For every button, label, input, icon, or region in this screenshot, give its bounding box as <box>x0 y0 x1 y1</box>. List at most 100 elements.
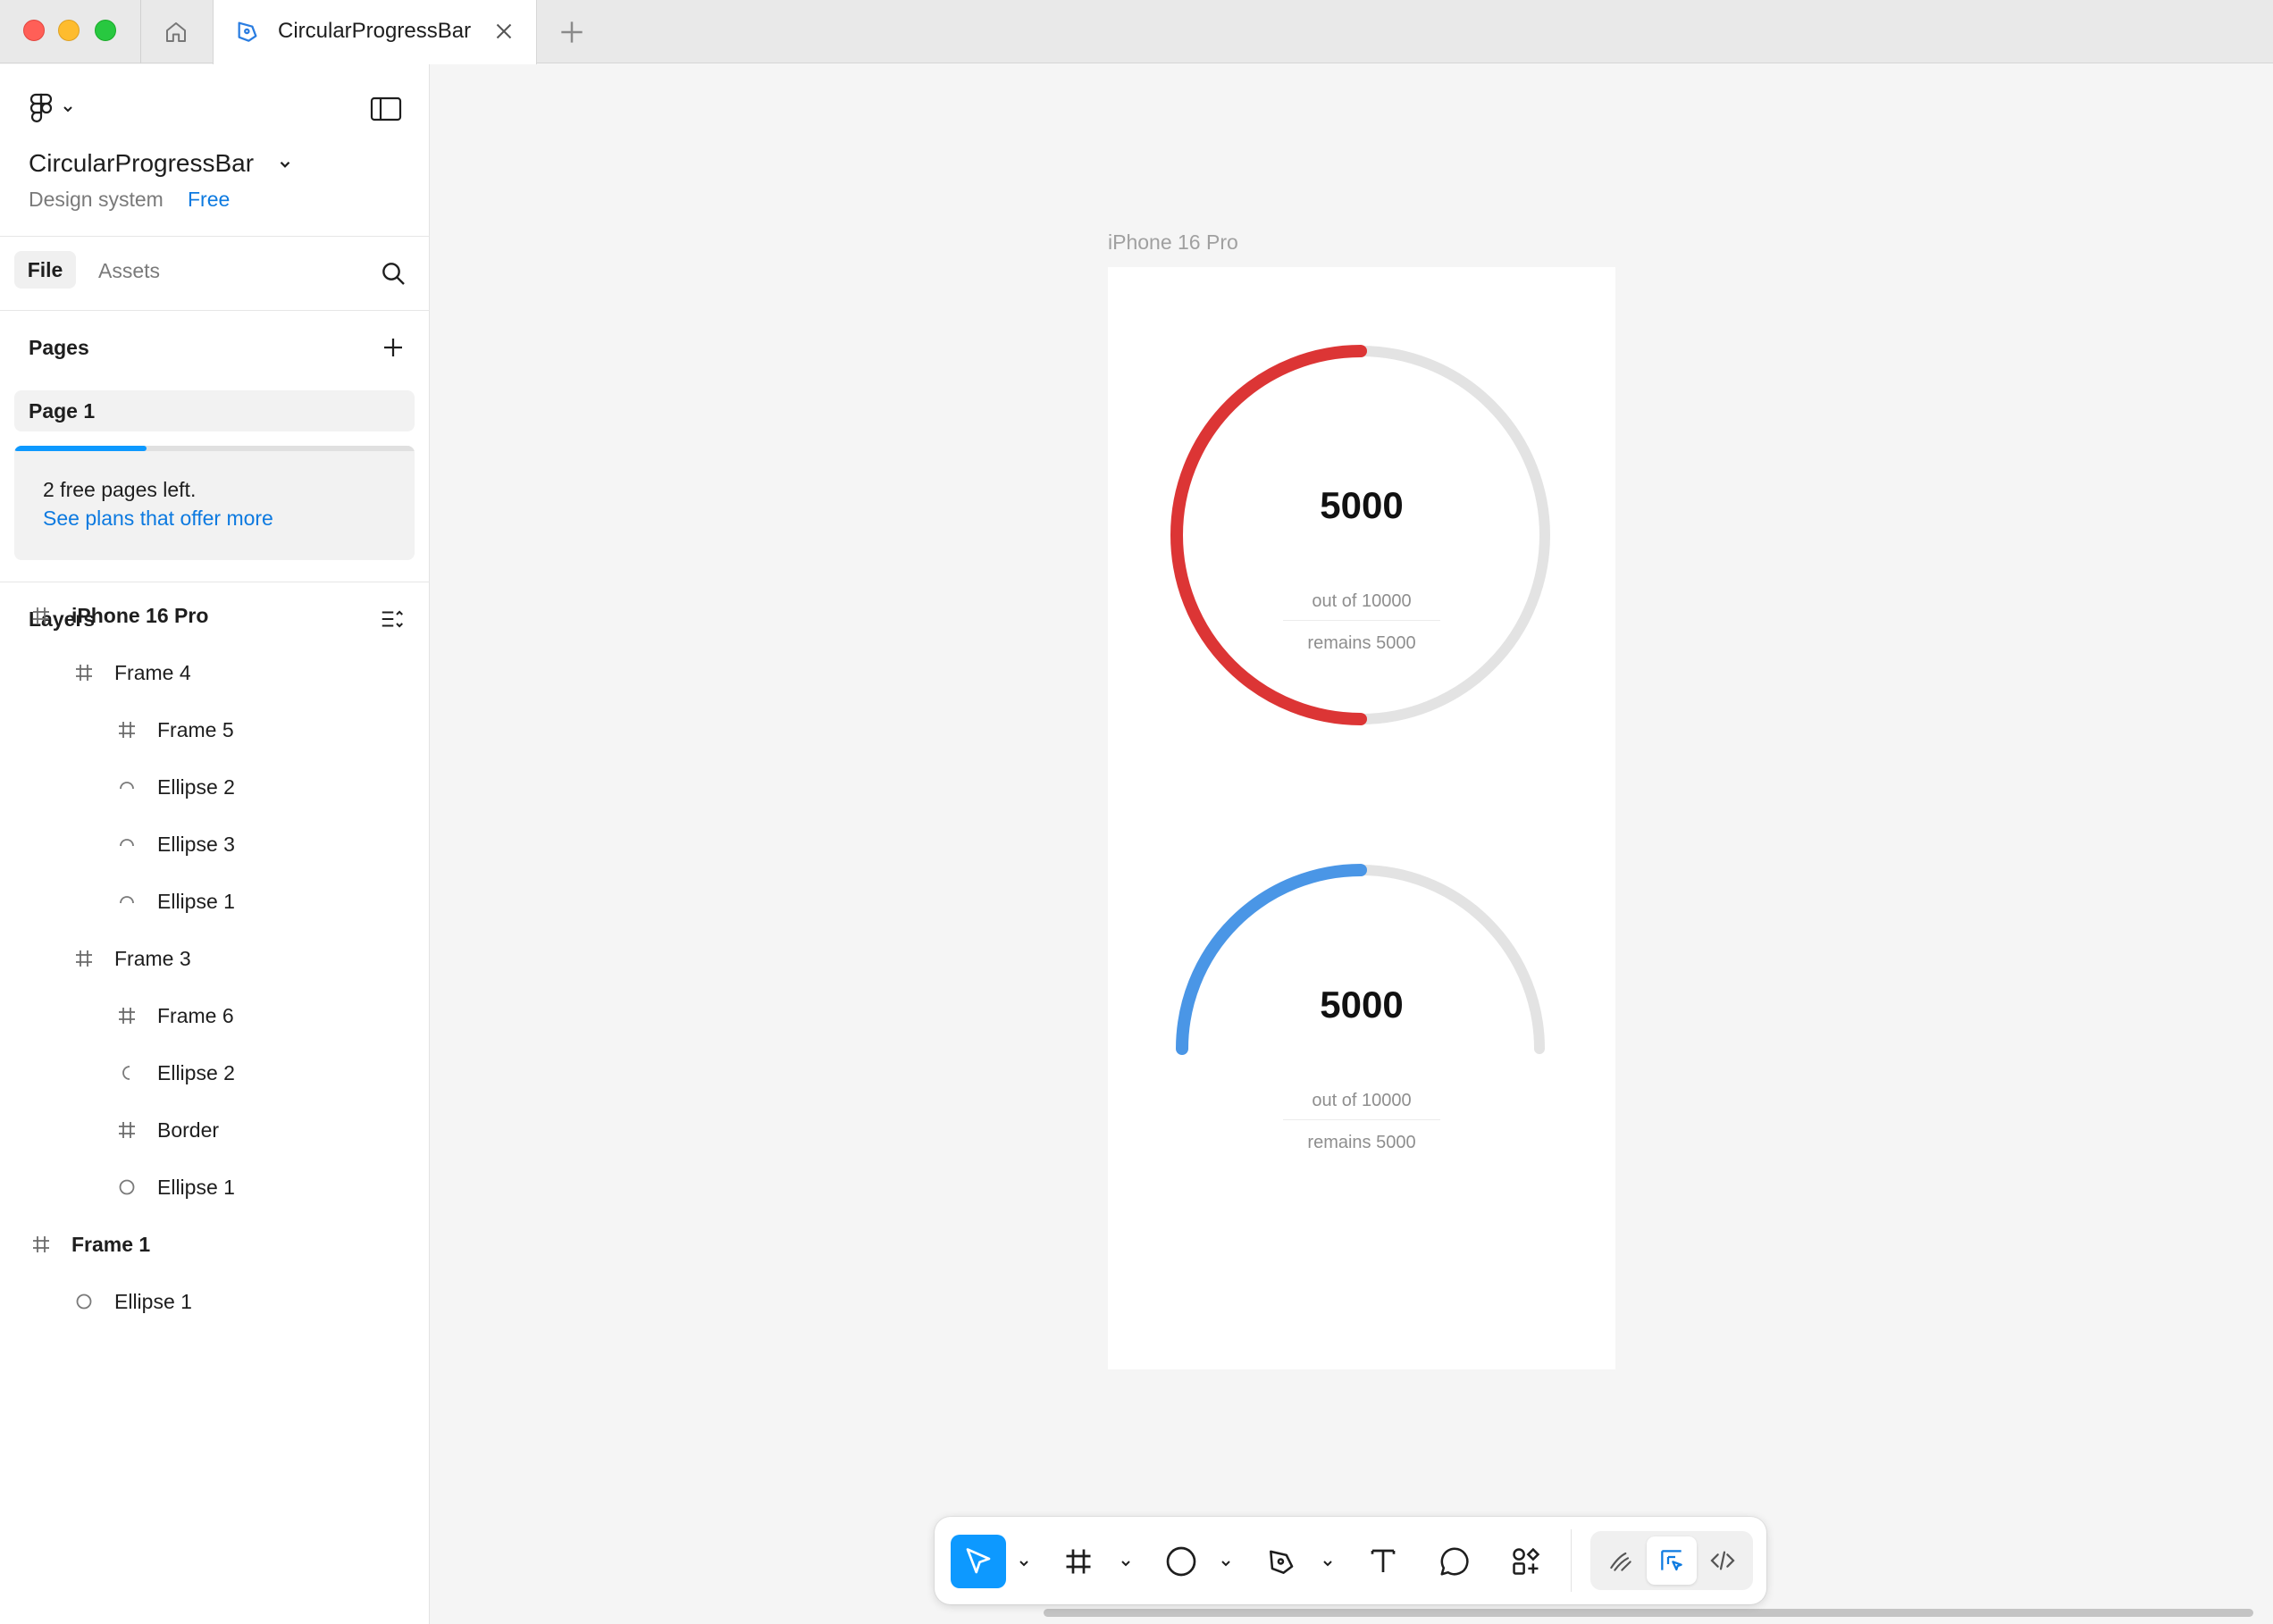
draw-mode-button[interactable] <box>1596 1536 1646 1585</box>
title-bar: CircularProgressBar <box>0 0 2273 64</box>
close-icon[interactable] <box>491 18 517 49</box>
ellipse-tool[interactable] <box>1153 1535 1209 1588</box>
layer-label: Frame 3 <box>114 946 191 970</box>
circle-gauge-value: 5000 <box>1320 484 1404 526</box>
move-tool[interactable] <box>951 1535 1006 1588</box>
main-menu-button[interactable] <box>29 93 75 125</box>
dev-mode-button[interactable] <box>1698 1536 1748 1585</box>
left-panel: CircularProgressBar Design system Free F… <box>0 64 430 1624</box>
arc-icon <box>114 889 139 914</box>
actions-tool[interactable] <box>1498 1535 1554 1588</box>
tab-file[interactable]: File <box>14 251 76 289</box>
frame-label[interactable]: iPhone 16 Pro <box>1108 230 1238 255</box>
new-tab-button[interactable] <box>554 14 590 54</box>
comment-tool[interactable] <box>1427 1535 1482 1588</box>
frame-icon <box>1066 1549 1091 1574</box>
ellipse-icon <box>114 1175 139 1200</box>
sidebar-icon <box>370 96 402 121</box>
file-subtitle: Design system <box>29 188 164 211</box>
page-usage-track <box>14 446 415 451</box>
chevron-down-icon[interactable] <box>277 156 293 177</box>
layer-label: Ellipse 1 <box>114 1289 192 1313</box>
collapse-layers-button[interactable] <box>379 606 406 637</box>
frame-icon <box>29 1232 54 1257</box>
window-minimize-button[interactable] <box>58 20 80 41</box>
layer-label: Ellipse 1 <box>157 889 235 913</box>
upsell-text: 2 free pages left. <box>43 478 197 501</box>
chevron-down-icon[interactable] <box>1119 1556 1133 1570</box>
chevron-down-icon <box>63 106 72 113</box>
frame-tool[interactable] <box>1051 1535 1106 1588</box>
iphone-frame[interactable]: 5000 out of 10000 remains 5000 5000 out … <box>1108 267 1615 1369</box>
frame-icon <box>29 603 54 628</box>
design-mode-button[interactable] <box>1647 1536 1697 1585</box>
tab-assets[interactable]: Assets <box>98 259 160 283</box>
bottom-toolbar <box>935 1517 1766 1604</box>
sidebar-toggle-button[interactable] <box>370 95 402 128</box>
layer-row[interactable]: Frame 6 <box>114 998 234 1034</box>
layer-row[interactable]: Border <box>114 1112 219 1148</box>
page-usage-fill <box>14 446 147 451</box>
chevron-down-icon[interactable] <box>1321 1556 1335 1570</box>
circle-gauge-remains: remains 5000 <box>1307 633 1416 653</box>
home-button[interactable] <box>143 0 209 63</box>
search-icon <box>382 263 405 285</box>
layer-label: Border <box>157 1118 220 1142</box>
canvas[interactable]: iPhone 16 Pro 5000 out of 10000 remains … <box>431 64 2273 1624</box>
arc-gauge-remains: remains 5000 <box>1307 1133 1416 1152</box>
half-ellipse-icon <box>114 1060 139 1085</box>
frame-icon <box>114 1003 139 1028</box>
titlebar-divider <box>140 0 141 63</box>
layer-row[interactable]: Ellipse 1 <box>114 1169 235 1205</box>
layer-label: iPhone 16 Pro <box>71 603 209 627</box>
arc-gauge-divider <box>1283 1119 1440 1120</box>
layer-label: Frame 5 <box>157 717 234 741</box>
circle-gauge-progress <box>1170 345 1367 725</box>
horizontal-scrollbar[interactable] <box>1044 1609 2253 1617</box>
arc-icon <box>114 832 139 857</box>
design-icon <box>1661 1550 1682 1571</box>
layer-row[interactable]: Frame 5 <box>114 712 234 748</box>
layer-row[interactable]: Ellipse 2 <box>114 1055 235 1091</box>
arc-gauge-total: out of 10000 <box>1312 1091 1412 1110</box>
layer-row[interactable]: Frame 4 <box>71 655 191 691</box>
layer-label: Ellipse 2 <box>157 1060 235 1084</box>
circle-gauge-total: out of 10000 <box>1312 591 1412 611</box>
layer-row[interactable]: Ellipse 1 <box>71 1284 192 1319</box>
window-maximize-button[interactable] <box>95 20 116 41</box>
file-name[interactable]: CircularProgressBar <box>29 149 254 178</box>
layer-label: Frame 4 <box>114 660 191 684</box>
chevron-down-icon[interactable] <box>1017 1556 1031 1570</box>
plus-icon <box>561 21 583 43</box>
list-collapse-icon <box>382 610 403 628</box>
toolbar-divider <box>1571 1529 1572 1592</box>
layer-row[interactable]: Ellipse 2 <box>114 769 235 805</box>
add-page-button[interactable] <box>380 334 407 365</box>
window-close-button[interactable] <box>23 20 45 41</box>
search-button[interactable] <box>379 259 407 292</box>
layer-row[interactable]: Frame 3 <box>71 941 191 976</box>
see-plans-link[interactable]: See plans that offer more <box>43 506 273 531</box>
layer-row[interactable]: Frame 1 <box>29 1226 150 1262</box>
page-item[interactable]: Page 1 <box>14 390 415 431</box>
gauges-drawing <box>1170 345 1550 1055</box>
frame-icon <box>71 946 96 971</box>
comment-icon <box>1440 1547 1469 1576</box>
plan-badge[interactable]: Free <box>188 188 230 212</box>
text-tool[interactable] <box>1355 1535 1411 1588</box>
chevron-down-icon[interactable] <box>1219 1556 1233 1570</box>
frame-icon <box>114 1118 139 1143</box>
layer-row[interactable]: iPhone 16 Pro <box>29 598 208 633</box>
tab-title: CircularProgressBar <box>278 19 472 43</box>
pen-tool[interactable] <box>1254 1535 1310 1588</box>
layer-row[interactable]: Ellipse 3 <box>114 826 235 862</box>
home-icon <box>166 21 186 42</box>
pen-icon <box>1270 1550 1294 1574</box>
tab-circularprogressbar[interactable]: CircularProgressBar <box>213 0 537 64</box>
code-icon <box>1710 1551 1735 1570</box>
layer-row[interactable]: Ellipse 1 <box>114 883 235 919</box>
mode-switcher <box>1590 1531 1753 1590</box>
draw-icon <box>1610 1552 1631 1571</box>
layer-label: Frame 1 <box>71 1232 151 1256</box>
figma-pen-icon <box>233 17 262 50</box>
